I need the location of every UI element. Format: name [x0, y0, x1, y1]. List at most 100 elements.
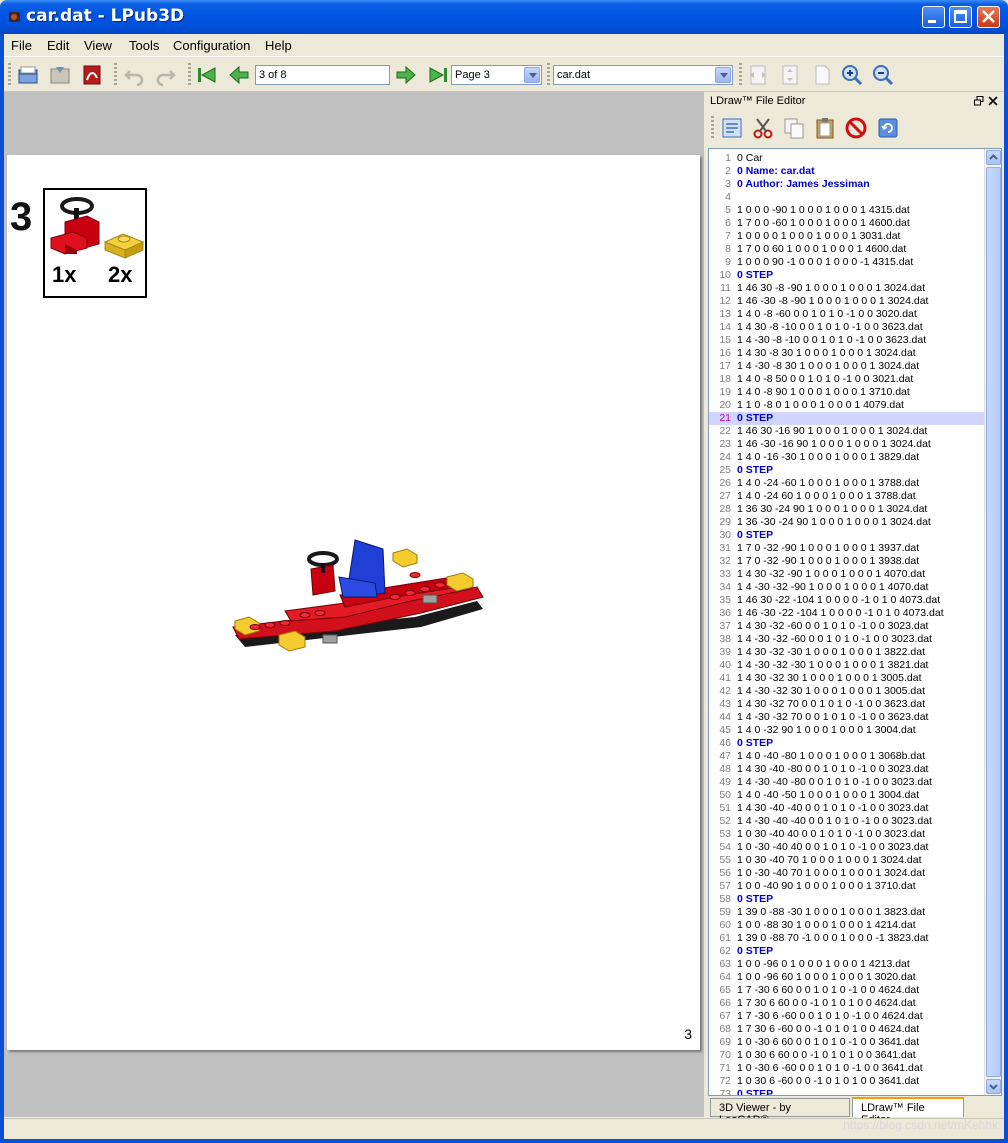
code-line[interactable]: 3 0 Author: James Jessiman — [709, 178, 984, 191]
code-line[interactable]: 38 1 4 -30 -32 -60 0 0 1 0 1 0 -1 0 0 302… — [709, 633, 984, 646]
code-line[interactable]: 17 1 4 -30 -8 30 1 0 0 0 1 0 0 0 1 3024.d… — [709, 360, 984, 373]
last-page-icon[interactable] — [426, 63, 450, 87]
code-line[interactable]: 39 1 4 30 -32 -30 1 0 0 0 1 0 0 0 1 3822.… — [709, 646, 984, 659]
paste-icon[interactable] — [813, 116, 837, 140]
menu-view[interactable]: View — [84, 38, 112, 53]
edit-document-icon[interactable] — [720, 116, 744, 140]
code-line[interactable]: 46 0 STEP — [709, 737, 984, 750]
code-line[interactable]: 14 1 4 30 -8 -10 0 0 1 0 1 0 -1 0 0 3623.… — [709, 321, 984, 334]
code-line[interactable]: 48 1 4 30 -40 -80 0 0 1 0 1 0 -1 0 0 3023… — [709, 763, 984, 776]
code-line[interactable]: 18 1 4 0 -8 50 0 0 1 0 1 0 -1 0 0 3021.da… — [709, 373, 984, 386]
code-line[interactable]: 37 1 4 30 -32 -60 0 0 1 0 1 0 -1 0 0 3023… — [709, 620, 984, 633]
assembled-car-model-image[interactable] — [215, 535, 495, 670]
toolbar-grip[interactable] — [739, 63, 742, 87]
page-select[interactable]: Page 3 — [451, 65, 542, 85]
code-line[interactable]: 53 1 0 30 -40 40 0 0 1 0 1 0 -1 0 0 3023.… — [709, 828, 984, 841]
code-line[interactable]: 64 1 0 0 -96 60 1 0 0 0 1 0 0 0 1 3020.da… — [709, 971, 984, 984]
code-line[interactable]: 47 1 4 0 -40 -80 1 0 0 0 1 0 0 0 1 3068b.… — [709, 750, 984, 763]
code-line[interactable]: 67 1 7 -30 6 -60 0 0 1 0 1 0 -1 0 0 4624.… — [709, 1010, 984, 1023]
code-line[interactable]: 73 0 STEP — [709, 1088, 984, 1095]
code-line[interactable]: 61 1 39 0 -88 70 -1 0 0 0 1 0 0 0 -1 3823… — [709, 932, 984, 945]
save-icon[interactable] — [48, 63, 72, 87]
chevron-down-icon[interactable] — [715, 67, 731, 83]
code-line[interactable]: 54 1 0 -30 -40 40 0 0 1 0 1 0 -1 0 0 3023… — [709, 841, 984, 854]
code-line[interactable]: 57 1 0 0 -40 90 1 0 0 0 1 0 0 0 1 3710.da… — [709, 880, 984, 893]
previous-page-icon[interactable] — [227, 63, 251, 87]
code-line[interactable]: 27 1 4 0 -24 60 1 0 0 0 1 0 0 0 1 3788.da… — [709, 490, 984, 503]
code-line[interactable]: 58 0 STEP — [709, 893, 984, 906]
code-line[interactable]: 7 1 0 0 0 0 1 0 0 0 1 0 0 0 1 3031.dat — [709, 230, 984, 243]
toolbar-grip[interactable] — [114, 63, 117, 87]
fit-visible-icon[interactable] — [778, 63, 802, 87]
code-line[interactable]: 1 0 Car — [709, 152, 984, 165]
editor-scrollbar[interactable] — [984, 149, 1001, 1095]
first-page-icon[interactable] — [195, 63, 219, 87]
page-number-input[interactable]: 3 of 8 — [255, 65, 390, 85]
code-line[interactable]: 25 0 STEP — [709, 464, 984, 477]
code-lines[interactable]: 1 0 Car 2 0 Name: car.dat 3 0 Author: James J… — [709, 152, 984, 1095]
redo-icon[interactable] — [154, 63, 178, 87]
actual-size-icon[interactable] — [810, 63, 834, 87]
code-line[interactable]: 42 1 4 -30 -32 30 1 0 0 0 1 0 0 0 1 3005.… — [709, 685, 984, 698]
code-line[interactable]: 21 0 STEP — [709, 412, 984, 425]
cut-icon[interactable] — [751, 116, 775, 140]
code-line[interactable]: 22 1 46 30 -16 90 1 0 0 0 1 0 0 0 1 3024.… — [709, 425, 984, 438]
code-line[interactable]: 71 1 0 -30 6 -60 0 0 1 0 1 0 -1 0 0 3641.… — [709, 1062, 984, 1075]
toolbar-grip[interactable] — [547, 63, 550, 87]
toolbar-grip[interactable] — [8, 63, 11, 87]
export-pdf-icon[interactable] — [80, 63, 104, 87]
code-line[interactable]: 15 1 4 -30 -8 -10 0 0 1 0 1 0 -1 0 0 3623… — [709, 334, 984, 347]
lpub3d-app-icon[interactable] — [7, 9, 23, 25]
code-line[interactable]: 12 1 46 -30 -8 -90 1 0 0 0 1 0 0 0 1 3024… — [709, 295, 984, 308]
toolbar-grip[interactable] — [188, 63, 191, 87]
code-line[interactable]: 4 — [709, 191, 984, 204]
fit-width-icon[interactable] — [746, 63, 770, 87]
ldraw-code-editor[interactable]: 1 0 Car 2 0 Name: car.dat 3 0 Author: James J… — [708, 148, 1002, 1096]
code-line[interactable]: 68 1 7 30 6 -60 0 0 -1 0 1 0 1 0 0 4624.d… — [709, 1023, 984, 1036]
code-line[interactable]: 51 1 4 30 -40 -40 0 0 1 0 1 0 -1 0 0 3023… — [709, 802, 984, 815]
code-line[interactable]: 44 1 4 -30 -32 70 0 0 1 0 1 0 -1 0 0 3623… — [709, 711, 984, 724]
code-line[interactable]: 35 1 46 30 -22 -104 1 0 0 0 0 -1 0 1 0 40… — [709, 594, 984, 607]
code-line[interactable]: 60 1 0 0 -88 30 1 0 0 0 1 0 0 0 1 4214.da… — [709, 919, 984, 932]
copy-icon[interactable] — [782, 116, 806, 140]
code-line[interactable]: 32 1 7 0 -32 -90 1 0 0 0 1 0 0 0 1 3938.d… — [709, 555, 984, 568]
code-line[interactable]: 45 1 4 0 -32 90 1 0 0 0 1 0 0 0 1 3004.da… — [709, 724, 984, 737]
zoom-in-icon[interactable] — [840, 63, 864, 87]
delete-icon[interactable] — [844, 116, 868, 140]
page-viewport[interactable]: 3 1x 2x 3 — [4, 92, 704, 1117]
code-line[interactable]: 30 0 STEP — [709, 529, 984, 542]
menu-tools[interactable]: Tools — [129, 38, 159, 53]
toolbar-grip[interactable] — [711, 116, 714, 140]
code-line[interactable]: 66 1 7 30 6 60 0 0 -1 0 1 0 1 0 0 4624.da… — [709, 997, 984, 1010]
code-line[interactable]: 23 1 46 -30 -16 90 1 0 0 0 1 0 0 0 1 3024… — [709, 438, 984, 451]
code-line[interactable]: 11 1 46 30 -8 -90 1 0 0 0 1 0 0 0 1 3024.… — [709, 282, 984, 295]
page-number[interactable]: 3 — [684, 1026, 692, 1042]
instruction-page[interactable]: 3 1x 2x 3 — [7, 155, 700, 1050]
code-line[interactable]: 5 1 0 0 0 -90 1 0 0 0 1 0 0 0 1 4315.dat — [709, 204, 984, 217]
code-line[interactable]: 9 1 0 0 0 90 -1 0 0 0 1 0 0 0 -1 4315.dat — [709, 256, 984, 269]
code-line[interactable]: 20 1 1 0 -8 0 1 0 0 0 1 0 0 0 1 4079.dat — [709, 399, 984, 412]
menu-file[interactable]: File — [11, 38, 32, 53]
code-line[interactable]: 55 1 0 30 -40 70 1 0 0 0 1 0 0 0 1 3024.d… — [709, 854, 984, 867]
code-line[interactable]: 56 1 0 -30 -40 70 1 0 0 0 1 0 0 0 1 3024.… — [709, 867, 984, 880]
code-line[interactable]: 43 1 4 30 -32 70 0 0 1 0 1 0 -1 0 0 3623.… — [709, 698, 984, 711]
step-number[interactable]: 3 — [10, 195, 32, 240]
refresh-icon[interactable] — [876, 116, 900, 140]
tab-ldraw-file-editor[interactable]: LDraw™ File Editor — [852, 1097, 964, 1126]
menu-help[interactable]: Help — [265, 38, 292, 53]
code-line[interactable]: 63 1 0 0 -96 0 1 0 0 0 1 0 0 0 1 4213.dat — [709, 958, 984, 971]
code-line[interactable]: 65 1 7 -30 6 60 0 0 1 0 1 0 -1 0 0 4624.d… — [709, 984, 984, 997]
close-dock-icon[interactable] — [988, 96, 998, 106]
code-line[interactable]: 24 1 4 0 -16 -30 1 0 0 0 1 0 0 0 1 3829.d… — [709, 451, 984, 464]
code-line[interactable]: 8 1 7 0 0 60 1 0 0 0 1 0 0 0 1 4600.dat — [709, 243, 984, 256]
code-line[interactable]: 29 1 36 -30 -24 90 1 0 0 0 1 0 0 0 1 3024… — [709, 516, 984, 529]
code-line[interactable]: 10 0 STEP — [709, 269, 984, 282]
parts-list-box[interactable]: 1x 2x — [43, 188, 147, 298]
float-dock-icon[interactable] — [974, 96, 984, 106]
code-line[interactable]: 70 1 0 30 6 60 0 0 -1 0 1 0 1 0 0 3641.da… — [709, 1049, 984, 1062]
open-file-icon[interactable] — [16, 63, 40, 87]
maximize-button[interactable] — [949, 6, 972, 28]
code-line[interactable]: 36 1 46 -30 -22 -104 1 0 0 0 0 -1 0 1 0 4… — [709, 607, 984, 620]
code-line[interactable]: 28 1 36 30 -24 90 1 0 0 0 1 0 0 0 1 3024.… — [709, 503, 984, 516]
undo-icon[interactable] — [122, 63, 146, 87]
